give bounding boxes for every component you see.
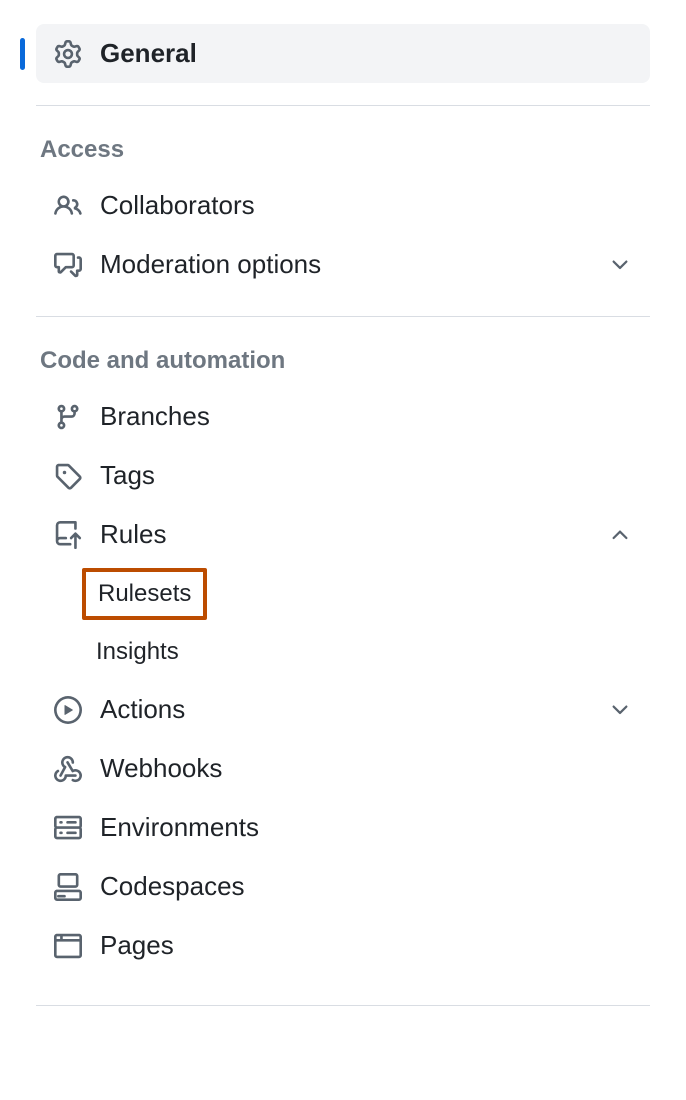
sidebar-item-moderation[interactable]: Moderation options — [36, 235, 650, 294]
repo-push-icon — [54, 521, 82, 549]
divider — [36, 1005, 650, 1006]
comment-discussion-icon — [54, 251, 82, 279]
sidebar-item-environments[interactable]: Environments — [36, 798, 650, 857]
chevron-down-icon — [608, 698, 632, 722]
sidebar-item-webhooks[interactable]: Webhooks — [36, 739, 650, 798]
chevron-up-icon — [608, 523, 632, 547]
sidebar-subitem-insights[interactable]: Insights — [82, 628, 193, 676]
sidebar-item-general[interactable]: General — [36, 24, 650, 83]
sidebar-subitem-rulesets[interactable]: Rulesets — [82, 568, 207, 620]
gear-icon — [54, 40, 82, 68]
sidebar-item-label: Actions — [100, 694, 590, 725]
section-heading-code: Code and automation — [36, 347, 650, 387]
sidebar-item-label: Webhooks — [100, 753, 632, 784]
sidebar-item-label: Collaborators — [100, 190, 632, 221]
selected-indicator — [20, 38, 25, 70]
chevron-down-icon — [608, 253, 632, 277]
server-icon — [54, 814, 82, 842]
sidebar-item-codespaces[interactable]: Codespaces — [36, 857, 650, 916]
sidebar-item-label: Branches — [100, 401, 632, 432]
sidebar-item-pages[interactable]: Pages — [36, 916, 650, 975]
sidebar-item-label: Rules — [100, 519, 590, 550]
sidebar-item-label: Tags — [100, 460, 632, 491]
browser-icon — [54, 932, 82, 960]
tag-icon — [54, 462, 82, 490]
sidebar-item-rules[interactable]: Rules — [36, 505, 650, 564]
sidebar-item-label: General — [100, 38, 632, 69]
sidebar-item-branches[interactable]: Branches — [36, 387, 650, 446]
git-branch-icon — [54, 403, 82, 431]
sidebar-item-collaborators[interactable]: Collaborators — [36, 176, 650, 235]
sidebar-item-actions[interactable]: Actions — [36, 680, 650, 739]
sidebar-item-label: Codespaces — [100, 871, 632, 902]
people-icon — [54, 192, 82, 220]
webhook-icon — [54, 755, 82, 783]
section-heading-access: Access — [36, 136, 650, 176]
divider — [36, 105, 650, 106]
play-icon — [54, 696, 82, 724]
sidebar-item-label: Pages — [100, 930, 632, 961]
codespaces-icon — [54, 873, 82, 901]
divider — [36, 316, 650, 317]
sidebar-item-tags[interactable]: Tags — [36, 446, 650, 505]
sidebar-item-label: Moderation options — [100, 249, 590, 280]
sidebar-item-label: Environments — [100, 812, 632, 843]
